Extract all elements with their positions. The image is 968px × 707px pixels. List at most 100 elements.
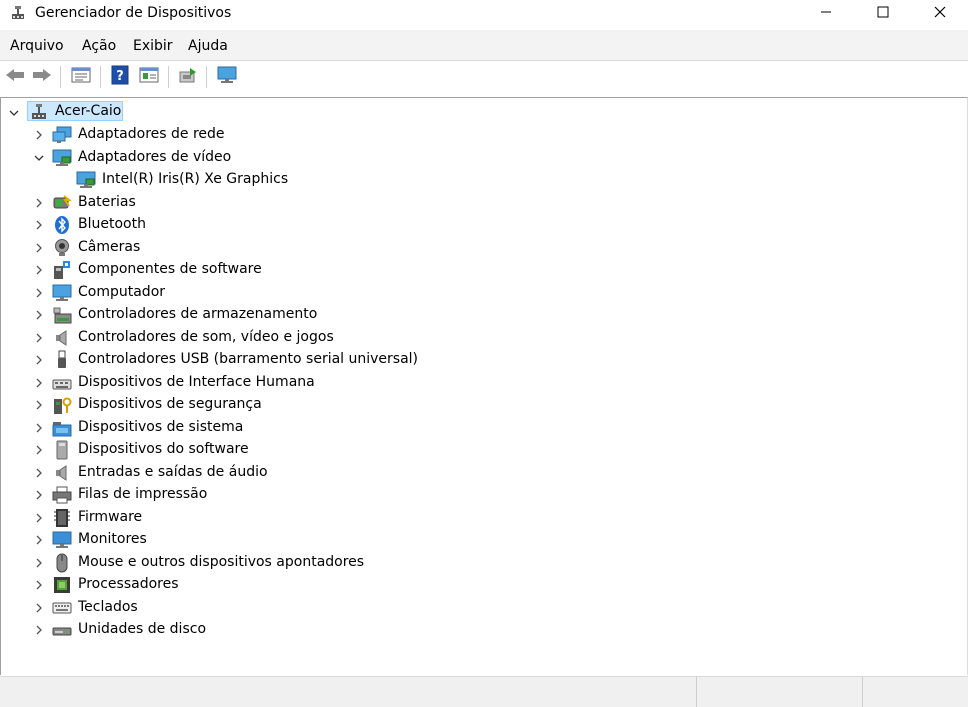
expand-chevron-icon[interactable] [33,512,45,524]
expand-chevron-icon[interactable] [33,534,45,546]
computer-root-icon [29,102,49,122]
minimize-button[interactable] [797,0,855,28]
menu-ajuda[interactable]: Ajuda [188,38,228,54]
expand-chevron-icon[interactable] [33,422,45,434]
expand-chevron-icon[interactable] [33,264,45,276]
disk-drive-icon [52,620,72,640]
expand-chevron-icon[interactable] [33,354,45,366]
scan-hardware-button[interactable] [176,65,200,89]
security-device-icon [52,395,72,415]
printer-icon [52,485,72,505]
close-button[interactable] [911,0,968,28]
expand-chevron-icon[interactable] [33,219,45,231]
expand-chevron-icon[interactable] [33,399,45,411]
minimize-icon [820,6,832,22]
forward-arrow-icon [32,67,52,87]
scan-hardware-icon [178,66,198,88]
tree-root-label[interactable]: Acer-Caio [55,103,121,119]
monitor-icon [52,530,72,550]
toolbar-separator [60,66,61,88]
tree-category-item[interactable]: Câmeras [78,239,140,255]
tree-category-item[interactable]: Controladores de armazenamento [78,306,317,322]
expand-chevron-icon[interactable] [33,287,45,299]
expand-chevron-icon[interactable] [33,467,45,479]
tree-category-item[interactable]: Dispositivos de segurança [78,396,262,412]
expand-chevron-icon[interactable] [33,624,45,636]
tree-category-item[interactable]: Adaptadores de rede [78,126,225,142]
help-icon: ? [111,65,129,89]
tree-category-item[interactable]: Entradas e saídas de áudio [78,464,268,480]
collapse-chevron-icon[interactable] [8,107,20,119]
battery-icon [52,193,72,213]
toolbar-separator [100,66,101,88]
expand-chevron-icon[interactable] [33,309,45,321]
tree-category-item[interactable]: Processadores [78,576,179,592]
tree-category-item[interactable]: Baterias [78,194,136,210]
tree-category-item[interactable]: Bluetooth [78,216,146,232]
tree-category-item[interactable]: Dispositivos de sistema [78,419,243,435]
menu-exibir[interactable]: Exibir [133,38,173,54]
tree-category-item[interactable]: Dispositivos do software [78,441,249,457]
toolbar-separator [206,66,207,88]
menu-bar: Arquivo Ação Exibir Ajuda [0,30,968,61]
tree-category-item[interactable]: Unidades de disco [78,621,206,637]
firmware-icon [52,508,72,528]
properties-window-icon [71,66,91,88]
device-tree[interactable]: Acer-Caio Adaptadores de rede Adaptadores… [0,97,968,675]
software-component-icon [52,260,72,280]
tree-category-item[interactable]: Teclados [78,599,138,615]
expand-chevron-icon[interactable] [33,557,45,569]
tree-category-item[interactable]: Controladores de som, vídeo e jogos [78,329,334,345]
toolbar: ? [0,61,968,95]
tree-category-item[interactable]: Dispositivos de Interface Humana [78,374,315,390]
close-icon [934,6,946,22]
tree-device-item[interactable]: Intel(R) Iris(R) Xe Graphics [102,171,288,187]
monitor-network-icon [216,66,238,88]
tree-category-item[interactable]: Controladores USB (barramento serial uni… [78,351,418,367]
collapse-chevron-icon[interactable] [33,152,45,164]
network-computer-button[interactable] [215,65,239,89]
expand-chevron-icon[interactable] [33,602,45,614]
computer-icon [52,283,72,303]
tree-category-item[interactable]: Adaptadores de vídeo [78,149,231,165]
help-button[interactable]: ? [108,65,132,89]
back-button[interactable] [3,65,27,89]
menu-arquivo[interactable]: Arquivo [10,38,64,54]
status-separator [862,677,863,707]
expand-chevron-icon[interactable] [33,197,45,209]
expand-chevron-icon[interactable] [33,377,45,389]
display-adapter-icon [76,170,96,190]
tree-category-item[interactable]: Firmware [78,509,142,525]
hid-icon [52,373,72,393]
expand-chevron-icon[interactable] [33,129,45,141]
tree-category-item[interactable]: Monitores [78,531,147,547]
tree-category-item[interactable]: Componentes de software [78,261,262,277]
speaker-icon [52,328,72,348]
usb-icon [52,350,72,370]
expand-chevron-icon[interactable] [33,579,45,591]
window-title: Gerenciador de Dispositivos [35,5,232,21]
menu-acao[interactable]: Ação [82,38,116,54]
mouse-icon [52,553,72,573]
update-driver-window-icon [139,66,159,88]
processor-icon [52,575,72,595]
expand-chevron-icon[interactable] [33,242,45,254]
update-driver-button[interactable] [137,65,161,89]
expand-chevron-icon[interactable] [33,489,45,501]
tree-category-item[interactable]: Mouse e outros dispositivos apontadores [78,554,364,570]
status-separator [696,677,697,707]
svg-text:?: ? [116,69,124,84]
display-adapter-icon [52,148,72,168]
network-adapter-icon [52,125,72,145]
expand-chevron-icon[interactable] [33,444,45,456]
toolbar-separator [168,66,169,88]
forward-button[interactable] [30,65,54,89]
maximize-icon [877,6,889,22]
speaker-icon [52,463,72,483]
expand-chevron-icon[interactable] [33,332,45,344]
tree-category-item[interactable]: Filas de impressão [78,486,207,502]
title-bar: Gerenciador de Dispositivos [0,0,968,30]
properties-button[interactable] [69,65,93,89]
tree-category-item[interactable]: Computador [78,284,165,300]
maximize-button[interactable] [854,0,912,28]
